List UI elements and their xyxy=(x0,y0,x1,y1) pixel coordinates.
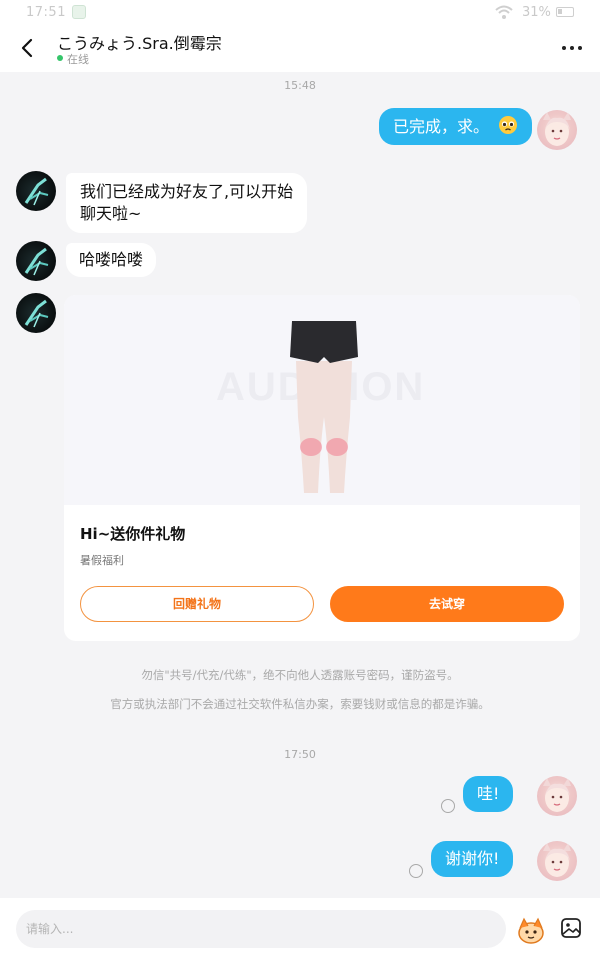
contact-avatar[interactable] xyxy=(16,171,56,211)
online-status-text: 在线 xyxy=(67,53,89,66)
more-options-icon[interactable] xyxy=(560,38,584,58)
sending-status-icon xyxy=(441,799,455,813)
gift-card[interactable]: AUDITION Hi~送你件礼物 暑假福利 回赠礼物 去试穿 xyxy=(64,295,580,641)
security-notice: 勿信"共号/代充/代练"，绝不向他人透露账号密码，谨防盗号。 xyxy=(141,668,459,682)
try-on-button[interactable]: 去试穿 xyxy=(330,586,564,622)
image-picker-icon[interactable] xyxy=(560,917,582,939)
message-text: 已完成，求。 xyxy=(393,117,490,136)
message-input-bar xyxy=(0,898,600,960)
outgoing-message-bubble[interactable]: 谢谢你! xyxy=(431,841,514,877)
gift-item-image[interactable]: AUDITION xyxy=(64,295,580,505)
sending-status-icon xyxy=(409,864,423,878)
message-text: 哈喽哈喽 xyxy=(79,250,144,269)
message-input[interactable] xyxy=(16,910,506,948)
contact-avatar[interactable] xyxy=(16,293,56,333)
outgoing-message-bubble[interactable]: 哇! xyxy=(463,776,514,812)
chat-header: こうみょう.Sra.倒霉宗 在线 xyxy=(0,26,600,72)
battery-icon xyxy=(556,7,574,17)
shorts-item-illustration xyxy=(290,321,358,493)
status-bar: 17:51 31% xyxy=(0,0,600,26)
gift-title: Hi~送你件礼物 xyxy=(80,525,186,543)
online-status-dot xyxy=(57,55,63,61)
app-notification-icon xyxy=(72,5,86,19)
pleading-face-icon xyxy=(499,116,518,134)
message-text: 谢谢你! xyxy=(445,849,500,868)
back-arrow-icon[interactable] xyxy=(18,36,38,60)
self-avatar[interactable] xyxy=(537,841,577,881)
outgoing-message-bubble[interactable]: 已完成，求。 xyxy=(379,108,533,145)
message-text-line: 聊天啦~ xyxy=(80,204,142,223)
battery-percent: 31% xyxy=(522,5,551,20)
fraud-notice: 官方或执法部门不会通过社交软件私信办案，索要钱财或信息的都是诈骗。 xyxy=(110,697,490,711)
message-timestamp: 17:50 xyxy=(284,748,316,761)
self-avatar[interactable] xyxy=(537,110,577,150)
emoji-sticker-icon[interactable] xyxy=(516,916,546,944)
gift-subtitle: 暑假福利 xyxy=(80,554,124,567)
wifi-icon xyxy=(495,5,513,19)
message-text-line: 我们已经成为好友了,可以开始 xyxy=(80,182,294,201)
contact-avatar[interactable] xyxy=(16,241,56,281)
status-time: 17:51 xyxy=(26,5,66,20)
self-avatar[interactable] xyxy=(537,776,577,816)
incoming-message-bubble[interactable]: 我们已经成为好友了,可以开始 聊天啦~ xyxy=(66,173,308,233)
message-text: 哇! xyxy=(477,784,500,803)
message-timestamp: 15:48 xyxy=(284,79,316,92)
return-gift-button[interactable]: 回赠礼物 xyxy=(80,586,314,622)
incoming-message-bubble[interactable]: 哈喽哈喽 xyxy=(66,243,157,277)
